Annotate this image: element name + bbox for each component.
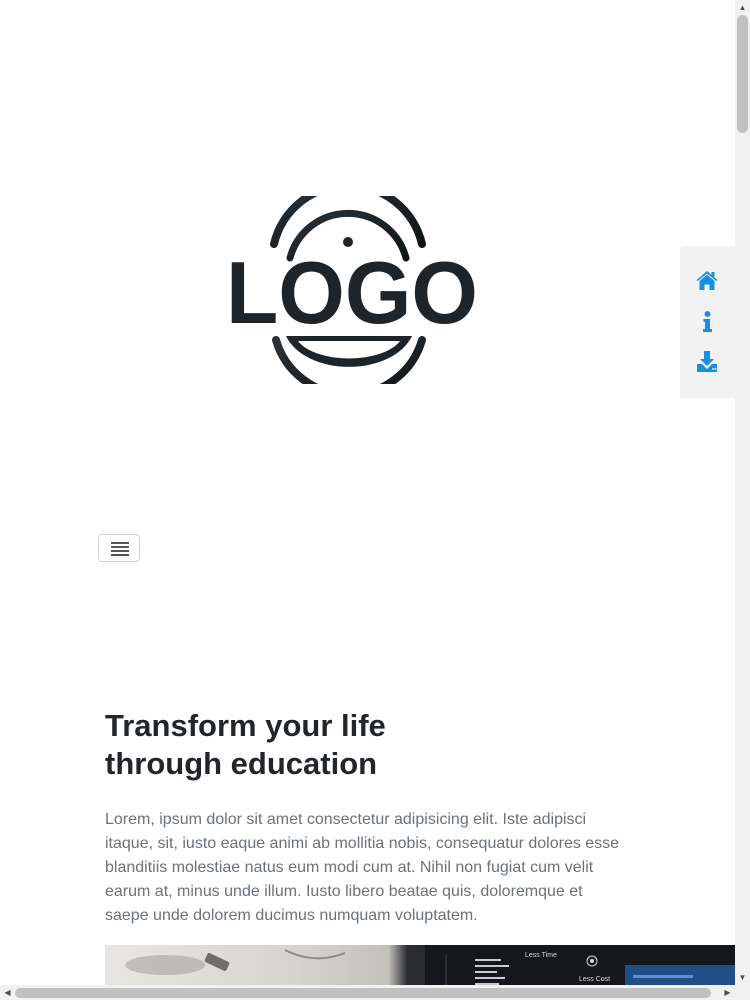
horizontal-scroll-thumb[interactable]: [15, 988, 711, 998]
screen-label-1: Less Time: [525, 952, 557, 959]
scrollbar-corner: [735, 985, 750, 1000]
hero-text: Lorem, ipsum dolor sit amet consectetur …: [105, 811, 620, 924]
site-logo[interactable]: LOGO: [226, 196, 480, 384]
menu-toggle-button[interactable]: [98, 534, 140, 562]
scroll-left-arrow[interactable]: ◀: [0, 985, 15, 1000]
home-icon: [696, 271, 718, 290]
home-button[interactable]: [694, 268, 720, 294]
download-button[interactable]: [694, 349, 720, 375]
logo-text: LOGO: [226, 243, 478, 342]
side-nav: [680, 246, 735, 398]
page: LOGO Transform your life through educati…: [0, 0, 735, 985]
vertical-scrollbar[interactable]: ▲ ▼: [735, 0, 750, 985]
scroll-up-arrow[interactable]: ▲: [735, 0, 750, 15]
hamburger-icon: [111, 542, 129, 556]
scroll-right-arrow[interactable]: ▶: [720, 985, 735, 1000]
scroll-down-arrow[interactable]: ▼: [735, 970, 750, 985]
info-icon: [703, 311, 712, 332]
info-button[interactable]: [694, 309, 720, 335]
download-icon: [697, 351, 717, 372]
hero-title: Transform your life through education: [105, 708, 386, 781]
screen-label-2: Less Cost: [579, 976, 610, 983]
vertical-scroll-thumb[interactable]: [737, 15, 748, 133]
horizontal-scrollbar[interactable]: ◀ ▶: [0, 985, 735, 1000]
hero-image: Less Time Less Cost: [105, 945, 735, 985]
